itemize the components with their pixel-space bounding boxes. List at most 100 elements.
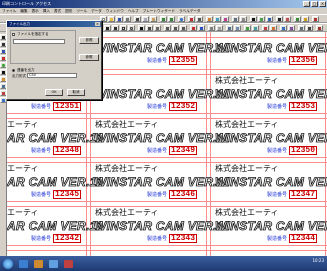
- serial-number[interactable]: 製造番号 12348: [31, 146, 82, 155]
- serial-number[interactable]: 製造番号 12346: [147, 190, 198, 199]
- minimize-button[interactable]: _: [303, 1, 310, 7]
- serial-number[interactable]: 製造番号 12344: [267, 234, 318, 243]
- text-button[interactable]: [276, 16, 283, 22]
- menu-help[interactable]: ヘルプ: [128, 9, 139, 14]
- serial-button[interactable]: [262, 25, 269, 31]
- print-preview-button[interactable]: [298, 25, 305, 31]
- menu-window[interactable]: ウィンドウ: [106, 9, 124, 14]
- serial-number[interactable]: 製造番号 12353: [267, 102, 318, 111]
- product-name[interactable]: WINSTAR CAM VER.11: [215, 132, 327, 145]
- paste-button[interactable]: [150, 16, 157, 22]
- exit-button[interactable]: [312, 16, 319, 22]
- company-name[interactable]: エーティ: [7, 120, 39, 129]
- specify-file-checkbox[interactable]: ファイルを指定する: [12, 32, 49, 37]
- serial-number[interactable]: 製造番号 12343: [147, 234, 198, 243]
- cut-button[interactable]: [134, 16, 141, 22]
- company-name[interactable]: エーティ: [7, 208, 39, 217]
- product-name[interactable]: WINSTAR CAM VER.11: [215, 176, 327, 189]
- menu-label-data[interactable]: ラベルデータ: [179, 9, 201, 14]
- company-name[interactable]: 株式会社エーティ: [95, 120, 159, 129]
- serial-number[interactable]: 製造番号 12342: [31, 234, 82, 243]
- company-name[interactable]: 株式会社エーティ: [215, 164, 279, 173]
- company-name[interactable]: 株式会社エーティ: [215, 76, 279, 85]
- radio-icon[interactable]: [12, 69, 15, 72]
- date-button[interactable]: [280, 25, 287, 31]
- select-tool-button[interactable]: [104, 25, 111, 31]
- serial-number[interactable]: 製造番号 12349: [147, 146, 198, 155]
- product-name[interactable]: WINSTAR CAM VER.11: [95, 220, 230, 233]
- menu-plate-wizard[interactable]: プレートウィザード: [143, 9, 175, 14]
- open-file-button[interactable]: [108, 16, 115, 22]
- font-color-button[interactable]: [190, 25, 197, 31]
- underline-button[interactable]: [154, 25, 161, 31]
- product-name[interactable]: WINSTAR CAM VER.11: [95, 88, 230, 101]
- output-button[interactable]: [316, 25, 323, 31]
- label-app-icon[interactable]: [64, 259, 73, 268]
- bold-button[interactable]: [138, 25, 145, 31]
- printer-button[interactable]: [306, 25, 313, 31]
- ok-button[interactable]: OK: [45, 89, 63, 96]
- company-name[interactable]: エーティ: [7, 164, 39, 173]
- variable-button[interactable]: [288, 25, 295, 31]
- serial-number[interactable]: 製造番号 12351: [31, 102, 82, 111]
- product-name[interactable]: WINSTAR CAM VER.11: [95, 176, 230, 189]
- fill-button[interactable]: [222, 16, 229, 22]
- align-right-button[interactable]: [180, 25, 187, 31]
- serial-number[interactable]: 製造番号 12350: [267, 146, 318, 155]
- serial-number[interactable]: 製造番号 12355: [147, 56, 198, 65]
- barcode-button[interactable]: [250, 16, 257, 22]
- company-name[interactable]: 株式会社エーティ: [95, 164, 159, 173]
- image-button[interactable]: [258, 16, 265, 22]
- line-tool-button[interactable]: [112, 25, 119, 31]
- folder-icon[interactable]: [34, 259, 43, 268]
- menu-edit[interactable]: 編集: [20, 9, 27, 14]
- save-button[interactable]: [116, 16, 123, 22]
- table-button[interactable]: [266, 16, 273, 22]
- company-name[interactable]: 株式会社エーティ: [215, 120, 279, 129]
- serial-number[interactable]: 製造番号 12345: [31, 190, 82, 199]
- italic-button[interactable]: [146, 25, 153, 31]
- grid-button[interactable]: [188, 16, 195, 22]
- browse-button-2[interactable]: 参照: [79, 54, 99, 61]
- company-name[interactable]: 株式会社エーティ: [215, 208, 279, 217]
- align-button[interactable]: [196, 16, 203, 22]
- checkbox-icon[interactable]: [12, 33, 15, 36]
- menu-shape[interactable]: 図形: [65, 9, 72, 14]
- menu-view[interactable]: 表示: [32, 9, 39, 14]
- product-name[interactable]: WINSTAR CAM VER.11: [95, 42, 230, 55]
- menu-data[interactable]: データ: [91, 9, 102, 14]
- menu-format[interactable]: 書式: [54, 9, 61, 14]
- rect-tool-button[interactable]: [120, 25, 127, 31]
- start-button[interactable]: [3, 258, 13, 269]
- product-name[interactable]: WINSTAR CAM VER.11: [215, 220, 327, 233]
- product-name[interactable]: WINSTAR CAM VER.11: [215, 42, 327, 55]
- product-name[interactable]: WINSTAR CAM VER.11: [215, 88, 327, 101]
- align-left-button[interactable]: [164, 25, 171, 31]
- file-path-field[interactable]: [13, 39, 65, 44]
- dialog-close-button[interactable]: ×: [95, 22, 100, 26]
- redo-button[interactable]: [168, 16, 175, 22]
- product-name[interactable]: AR CAM VER.11: [7, 220, 103, 233]
- preview-button[interactable]: [232, 16, 239, 22]
- serial-number[interactable]: 製造番号 12347: [267, 190, 318, 199]
- color-button[interactable]: [214, 16, 221, 22]
- data-button[interactable]: [294, 16, 301, 22]
- counter-button[interactable]: [270, 25, 277, 31]
- explorer-icon[interactable]: [19, 259, 28, 268]
- print-button[interactable]: [124, 16, 131, 22]
- shape-button[interactable]: [284, 16, 291, 22]
- product-name[interactable]: AR CAM VER.11: [7, 132, 103, 145]
- dialog-title-bar[interactable]: ファイル出力 ×: [7, 21, 101, 27]
- browse-button[interactable]: 参照: [79, 37, 99, 44]
- menu-insert[interactable]: 挿入: [43, 9, 50, 14]
- copy-button[interactable]: [142, 16, 149, 22]
- front-button[interactable]: [208, 25, 215, 31]
- rotate-button[interactable]: [244, 25, 251, 31]
- company-name[interactable]: 株式会社エーティ: [95, 208, 159, 217]
- undo-button[interactable]: [160, 16, 167, 22]
- serial-number[interactable]: 製造番号 12352: [147, 102, 198, 111]
- help-button[interactable]: [302, 16, 309, 22]
- align-center-button[interactable]: [172, 25, 179, 31]
- format-select[interactable]: CSV: [27, 73, 77, 78]
- ellipse-tool-button[interactable]: [128, 25, 135, 31]
